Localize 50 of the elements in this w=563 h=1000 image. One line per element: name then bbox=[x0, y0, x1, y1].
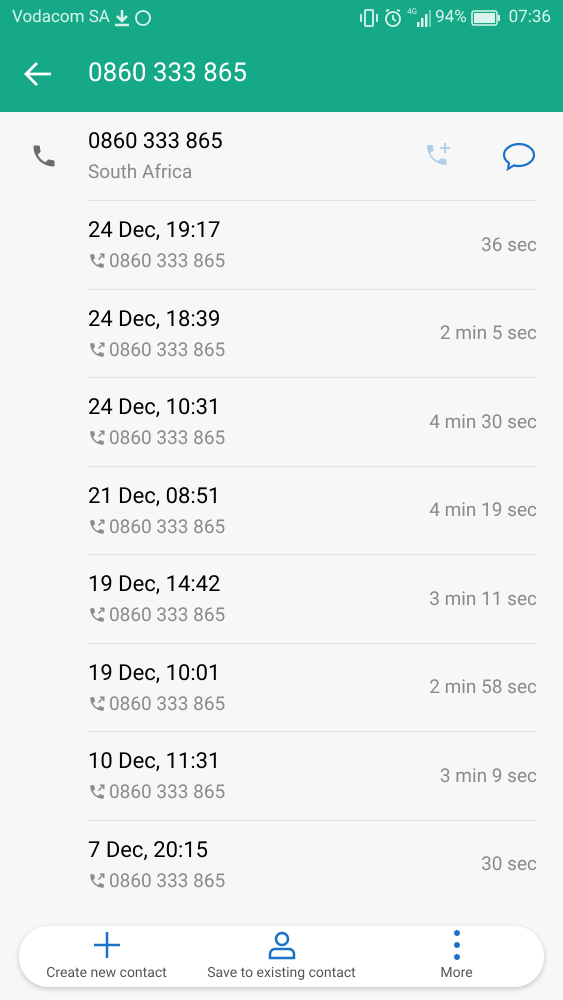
more-icon bbox=[452, 930, 460, 960]
action-button[interactable]: Create new contact bbox=[19, 926, 194, 987]
outgoing-call-icon bbox=[88, 518, 106, 536]
outgoing-call-icon bbox=[88, 606, 106, 624]
plus-icon bbox=[92, 930, 122, 960]
network-type: 4G bbox=[407, 6, 418, 18]
call-number: 0860 333 865 bbox=[109, 779, 226, 805]
outgoing-call-icon bbox=[88, 872, 106, 890]
call-number: 0860 333 865 bbox=[109, 690, 226, 716]
phone-number: 0860 333 865 bbox=[88, 128, 224, 156]
call-date: 21 Dec, 08:51 bbox=[88, 482, 222, 510]
call-number: 0860 333 865 bbox=[109, 514, 226, 540]
outgoing-call-icon bbox=[88, 252, 106, 270]
call-number: 0860 333 865 bbox=[109, 248, 226, 274]
call-date: 7 Dec, 20:15 bbox=[88, 836, 210, 864]
call-date: 19 Dec, 14:42 bbox=[88, 571, 222, 599]
outgoing-call-icon bbox=[88, 429, 106, 448]
call-duration: 2 min 58 sec bbox=[429, 674, 537, 700]
call-date: 19 Dec, 10:01 bbox=[88, 660, 222, 688]
vibrate-icon bbox=[359, 8, 380, 28]
call-duration: 3 min 9 sec bbox=[440, 762, 537, 788]
clock: 07:36 bbox=[508, 6, 551, 29]
alarm-icon bbox=[383, 8, 404, 28]
call-date: 24 Dec, 10:31 bbox=[88, 394, 222, 422]
battery-percent: 94% bbox=[435, 6, 467, 29]
call-number: 0860 333 865 bbox=[109, 336, 226, 362]
action-button[interactable]: More bbox=[369, 926, 544, 987]
download-icon bbox=[114, 8, 130, 26]
call-date: 24 Dec, 19:17 bbox=[88, 217, 222, 245]
outgoing-call-icon bbox=[88, 783, 106, 802]
call-duration: 3 min 11 sec bbox=[429, 586, 537, 612]
person-icon bbox=[266, 930, 296, 960]
call-number: 0860 333 865 bbox=[109, 602, 226, 628]
battery-icon bbox=[470, 10, 501, 26]
page-title: 0860 333 865 bbox=[88, 57, 248, 90]
call-duration: 4 min 19 sec bbox=[429, 497, 537, 523]
outgoing-call-icon bbox=[88, 694, 106, 713]
call-number: 0860 333 865 bbox=[109, 868, 226, 894]
call-duration: 36 sec bbox=[481, 232, 537, 258]
action-button[interactable]: Save to existing contact bbox=[194, 926, 369, 987]
call-duration: 4 min 30 sec bbox=[429, 408, 537, 434]
outgoing-call-icon bbox=[88, 340, 106, 359]
call-date: 10 Dec, 11:31 bbox=[88, 748, 222, 776]
carrier-name: Vodacom SA bbox=[12, 6, 110, 29]
location: South Africa bbox=[88, 159, 194, 186]
call-number: 0860 333 865 bbox=[109, 425, 226, 451]
call-duration: 30 sec bbox=[481, 851, 537, 877]
signal-icon bbox=[417, 8, 432, 26]
call-date: 24 Dec, 18:39 bbox=[88, 306, 222, 334]
call-duration: 2 min 5 sec bbox=[440, 320, 537, 346]
